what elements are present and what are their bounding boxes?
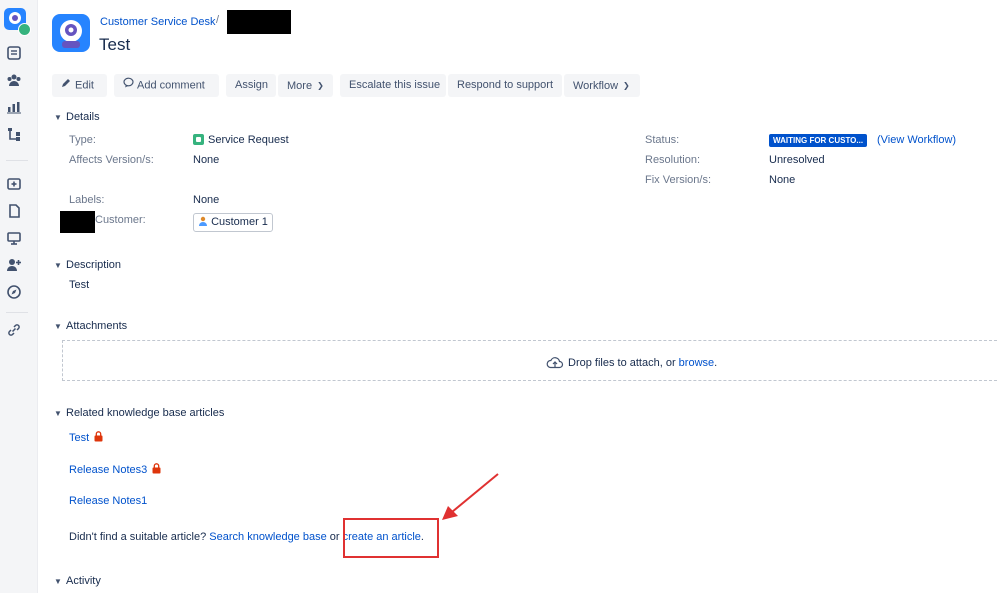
affects-version-value: None xyxy=(193,154,220,166)
workflow-button[interactable]: Workflow ❯ xyxy=(564,74,640,97)
type-value-text: Service Request xyxy=(208,134,289,146)
description-heading: Description xyxy=(66,259,122,271)
lock-icon xyxy=(94,431,103,445)
chevron-down-icon: ▼ xyxy=(54,577,62,586)
kb-article-title[interactable]: Test xyxy=(69,432,89,444)
attachments-heading: Attachments xyxy=(66,320,128,332)
resolution-value: Unresolved xyxy=(769,154,825,166)
sidebar-divider xyxy=(6,160,28,161)
lock-icon xyxy=(152,463,161,477)
redacted-field-prefix xyxy=(60,211,95,233)
monitor-icon[interactable] xyxy=(6,230,24,248)
comment-icon xyxy=(123,74,134,97)
type-value: Service Request xyxy=(193,134,289,146)
add-comment-button[interactable]: Add comment xyxy=(114,74,219,97)
chevron-down-icon: ❯ xyxy=(317,81,324,90)
kb-or-text: or xyxy=(329,531,340,543)
kb-article-item[interactable]: Release Notes3 xyxy=(69,463,161,477)
resolution-label: Resolution: xyxy=(645,154,701,166)
queues-icon[interactable] xyxy=(6,45,24,63)
annotation-highlight-box xyxy=(343,518,439,558)
more-label: More xyxy=(287,80,313,92)
status-lozenge[interactable]: WAITING FOR CUSTO... xyxy=(769,134,868,147)
reports-icon[interactable] xyxy=(6,99,24,117)
add-item-icon[interactable] xyxy=(6,176,24,194)
invite-people-icon[interactable] xyxy=(6,257,24,275)
add-comment-label: Add comment xyxy=(137,79,205,92)
annotation-arrow-icon xyxy=(442,473,499,520)
pencil-icon xyxy=(61,74,72,97)
assign-button[interactable]: Assign xyxy=(226,74,276,97)
chevron-down-icon: ▼ xyxy=(54,322,62,331)
link-icon[interactable] xyxy=(6,322,24,340)
page-title: Test xyxy=(99,35,131,54)
breadcrumb-separator: / xyxy=(216,14,220,26)
drop-files-label: Drop files to attach, or xyxy=(568,357,676,369)
kb-article-title[interactable]: Release Notes3 xyxy=(69,464,147,476)
customer-chip[interactable]: Customer 1 xyxy=(193,213,273,232)
left-sidebar xyxy=(0,0,38,593)
labels-value: None xyxy=(193,194,220,206)
details-section-toggle[interactable]: ▼ Details xyxy=(54,111,100,123)
customers-icon[interactable] xyxy=(6,72,24,90)
edit-button[interactable]: Edit xyxy=(52,74,107,97)
escalate-issue-button[interactable]: Escalate this issue xyxy=(340,74,446,97)
components-icon[interactable] xyxy=(6,127,24,145)
chevron-down-icon: ❯ xyxy=(623,81,630,90)
customer-label: Customer: xyxy=(95,214,146,226)
labels-label: Labels: xyxy=(69,194,105,206)
chevron-down-icon: ▼ xyxy=(54,261,62,270)
cloud-upload-icon xyxy=(546,357,568,369)
kb-section-toggle[interactable]: ▼ Related knowledge base articles xyxy=(54,407,224,419)
search-knowledge-base-link[interactable]: Search knowledge base xyxy=(209,531,326,543)
affects-version-label: Affects Version/s: xyxy=(69,154,154,166)
page-icon[interactable] xyxy=(6,203,24,221)
status-label: Status: xyxy=(645,134,680,146)
customer-name: Customer 1 xyxy=(211,216,268,228)
user-icon xyxy=(198,216,208,228)
respond-to-support-button[interactable]: Respond to support xyxy=(448,74,562,97)
project-avatar[interactable] xyxy=(52,14,90,52)
status-badge-icon xyxy=(18,23,31,36)
view-workflow-link[interactable]: (View Workflow) xyxy=(877,134,956,146)
compass-icon[interactable] xyxy=(6,284,24,302)
sidebar-divider xyxy=(6,312,28,313)
kb-heading: Related knowledge base articles xyxy=(66,407,225,419)
fix-version-value: None xyxy=(769,174,796,186)
chevron-down-icon: ▼ xyxy=(54,409,62,418)
activity-heading: Activity xyxy=(66,575,101,587)
browse-link[interactable]: browse xyxy=(679,357,714,369)
service-request-icon xyxy=(193,134,204,145)
fix-version-label: Fix Version/s: xyxy=(645,174,712,186)
breadcrumb-project[interactable]: Customer Service Desk xyxy=(100,16,216,28)
details-heading: Details xyxy=(66,111,100,123)
kb-prompt-text: Didn't find a suitable article? xyxy=(69,531,207,543)
drop-files-text: Drop files to attach, or browse. xyxy=(546,355,717,369)
kb-article-item[interactable]: Test xyxy=(69,431,103,445)
attachment-dropzone[interactable] xyxy=(62,340,998,381)
chevron-down-icon: ▼ xyxy=(54,113,62,122)
description-section-toggle[interactable]: ▼ Description xyxy=(54,259,121,271)
browse-period: . xyxy=(714,357,718,369)
redacted-issue-key xyxy=(227,10,291,34)
edit-label: Edit xyxy=(75,79,94,92)
description-text: Test xyxy=(69,279,90,291)
attachments-section-toggle[interactable]: ▼ Attachments xyxy=(54,320,127,332)
activity-section-toggle[interactable]: ▼ Activity xyxy=(54,575,101,587)
workflow-label: Workflow xyxy=(573,80,619,92)
more-button[interactable]: More ❯ xyxy=(278,74,333,97)
type-label: Type: xyxy=(69,134,96,146)
kb-article-item[interactable]: Release Notes1 xyxy=(69,495,147,507)
kb-article-title[interactable]: Release Notes1 xyxy=(69,495,147,507)
